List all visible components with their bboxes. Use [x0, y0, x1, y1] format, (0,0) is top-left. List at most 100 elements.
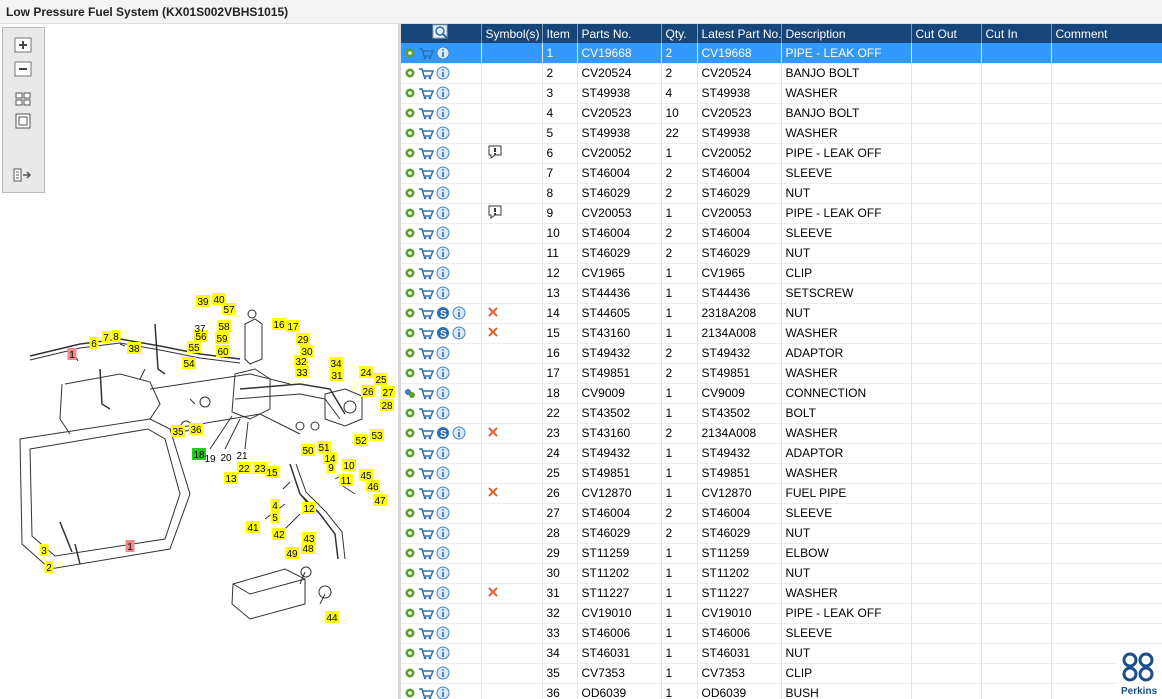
callout-13[interactable]: 13	[224, 472, 238, 485]
callout-21[interactable]: 21	[236, 451, 248, 462]
callout-17[interactable]: 17	[286, 320, 300, 333]
superseded-x-icon[interactable]	[487, 326, 499, 338]
callout-1[interactable]: 1	[125, 540, 135, 553]
info-icon[interactable]	[452, 306, 466, 320]
info-icon[interactable]	[436, 126, 450, 140]
gear-icon[interactable]	[404, 367, 416, 379]
callout-26[interactable]: 26	[361, 385, 375, 398]
column-header-item[interactable]: Item	[542, 24, 578, 43]
cart-icon[interactable]	[418, 527, 434, 540]
info-icon[interactable]	[436, 666, 450, 680]
table-row[interactable]: S 23 ST43160 2 2134A008 WASHER	[401, 423, 1162, 444]
gear-icon[interactable]	[404, 327, 416, 339]
callout-7[interactable]: 7	[101, 331, 111, 344]
gear-icon[interactable]	[404, 467, 416, 479]
callout-44[interactable]: 44	[325, 611, 339, 624]
info-icon[interactable]	[436, 566, 450, 580]
callout-49[interactable]: 49	[285, 547, 299, 560]
gear-icon[interactable]	[404, 47, 416, 59]
callout-58[interactable]: 58	[217, 320, 231, 333]
callout-37[interactable]: 37	[194, 324, 206, 335]
gear-icon[interactable]	[404, 167, 416, 179]
table-row[interactable]: 34 ST46031 1 ST46031 NUT	[401, 643, 1162, 664]
gear-icon[interactable]	[404, 647, 416, 659]
info-icon[interactable]	[436, 206, 450, 220]
gear-icon[interactable]	[404, 267, 416, 279]
table-row[interactable]: 16 ST49432 2 ST49432 ADAPTOR	[401, 343, 1162, 364]
cart-icon[interactable]	[418, 227, 434, 240]
gear-icon[interactable]	[404, 687, 416, 699]
callout-47[interactable]: 47	[373, 494, 387, 507]
cart-icon[interactable]	[418, 147, 434, 160]
table-row[interactable]: 31 ST11227 1 ST11227 WASHER	[401, 583, 1162, 604]
cart-icon[interactable]	[418, 307, 434, 320]
table-row[interactable]: 4 CV20523 10 CV20523 BANJO BOLT	[401, 103, 1162, 124]
superseded-x-icon[interactable]	[487, 426, 499, 438]
cart-icon[interactable]	[418, 287, 434, 300]
callout-19[interactable]: 19	[204, 454, 216, 465]
gear-icon[interactable]	[404, 307, 416, 319]
table-row[interactable]: 33 ST46006 1 ST46006 SLEEVE	[401, 623, 1162, 644]
info-icon[interactable]	[436, 246, 450, 260]
info-icon[interactable]	[436, 266, 450, 280]
cart-icon[interactable]	[418, 467, 434, 480]
gear-icon[interactable]	[404, 127, 416, 139]
table-row[interactable]: S 15 ST43160 1 2134A008 WASHER	[401, 323, 1162, 344]
info-icon[interactable]	[436, 286, 450, 300]
callout-11[interactable]: 11	[339, 474, 353, 487]
column-header-comment[interactable]: Comment	[1051, 24, 1162, 43]
callout-10[interactable]: 10	[342, 459, 356, 472]
cart-icon[interactable]	[418, 127, 434, 140]
diagram-panel[interactable]: 1 1 2 3 4 5 6 7 8 9 10 11 12 13 14 15 16 17 18 19 20 21 22 23 24…	[0, 24, 398, 699]
column-header-qty[interactable]: Qty.	[661, 24, 698, 43]
table-row[interactable]: 27 ST46004 2 ST46004 SLEEVE	[401, 503, 1162, 524]
callout-27[interactable]: 27	[381, 386, 395, 399]
callout-54[interactable]: 54	[182, 357, 196, 370]
cart-icon[interactable]	[418, 387, 434, 400]
note-icon[interactable]	[487, 145, 503, 159]
callout-59[interactable]: 59	[215, 332, 229, 345]
gear-icon[interactable]	[404, 227, 416, 239]
cart-icon[interactable]	[418, 447, 434, 460]
cart-icon[interactable]	[418, 647, 434, 660]
gear-icon[interactable]	[404, 447, 416, 459]
info-icon[interactable]	[452, 426, 466, 440]
info-icon[interactable]	[436, 646, 450, 660]
info-icon[interactable]	[436, 86, 450, 100]
gear-icon[interactable]	[404, 627, 416, 639]
info-icon[interactable]	[436, 186, 450, 200]
service-icon[interactable]: S	[436, 306, 450, 320]
info-icon[interactable]	[436, 226, 450, 240]
table-row[interactable]: 26 CV12870 1 CV12870 FUEL PIPE	[401, 483, 1162, 504]
callout-60[interactable]: 60	[216, 345, 230, 358]
info-icon[interactable]	[436, 626, 450, 640]
cart-icon[interactable]	[418, 247, 434, 260]
callout-57[interactable]: 57	[222, 303, 236, 316]
gear-icon[interactable]	[404, 487, 416, 499]
info-icon[interactable]	[436, 506, 450, 520]
info-icon[interactable]	[436, 146, 450, 160]
info-icon[interactable]	[452, 326, 466, 340]
info-icon[interactable]	[436, 406, 450, 420]
info-icon[interactable]	[436, 686, 450, 699]
cart-icon[interactable]	[418, 367, 434, 380]
callout-12[interactable]: 12	[302, 502, 316, 515]
table-row[interactable]: 9 CV20053 1 CV20053 PIPE - LEAK OFF	[401, 203, 1162, 224]
table-row[interactable]: 24 ST49432 1 ST49432 ADAPTOR	[401, 443, 1162, 464]
gear-icon[interactable]	[404, 567, 416, 579]
table-row[interactable]: 29 ST11259 1 ST11259 ELBOW	[401, 543, 1162, 564]
info-icon[interactable]	[436, 446, 450, 460]
gear-icon[interactable]	[404, 87, 416, 99]
callout-24[interactable]: 24	[359, 366, 373, 379]
callout-50[interactable]: 50	[301, 444, 315, 457]
table-row[interactable]: 6 CV20052 1 CV20052 PIPE - LEAK OFF	[401, 143, 1162, 164]
column-header-description[interactable]: Description	[781, 24, 912, 43]
table-row[interactable]: 8 ST46029 2 ST46029 NUT	[401, 183, 1162, 204]
callout-20[interactable]: 20	[220, 453, 232, 464]
gear-icon[interactable]	[404, 107, 416, 119]
info-icon[interactable]	[436, 366, 450, 380]
table-row[interactable]: 11 ST46029 2 ST46029 NUT	[401, 243, 1162, 264]
gear-icon[interactable]	[404, 247, 416, 259]
callout-16[interactable]: 16	[272, 318, 286, 331]
info-icon[interactable]	[436, 586, 450, 600]
